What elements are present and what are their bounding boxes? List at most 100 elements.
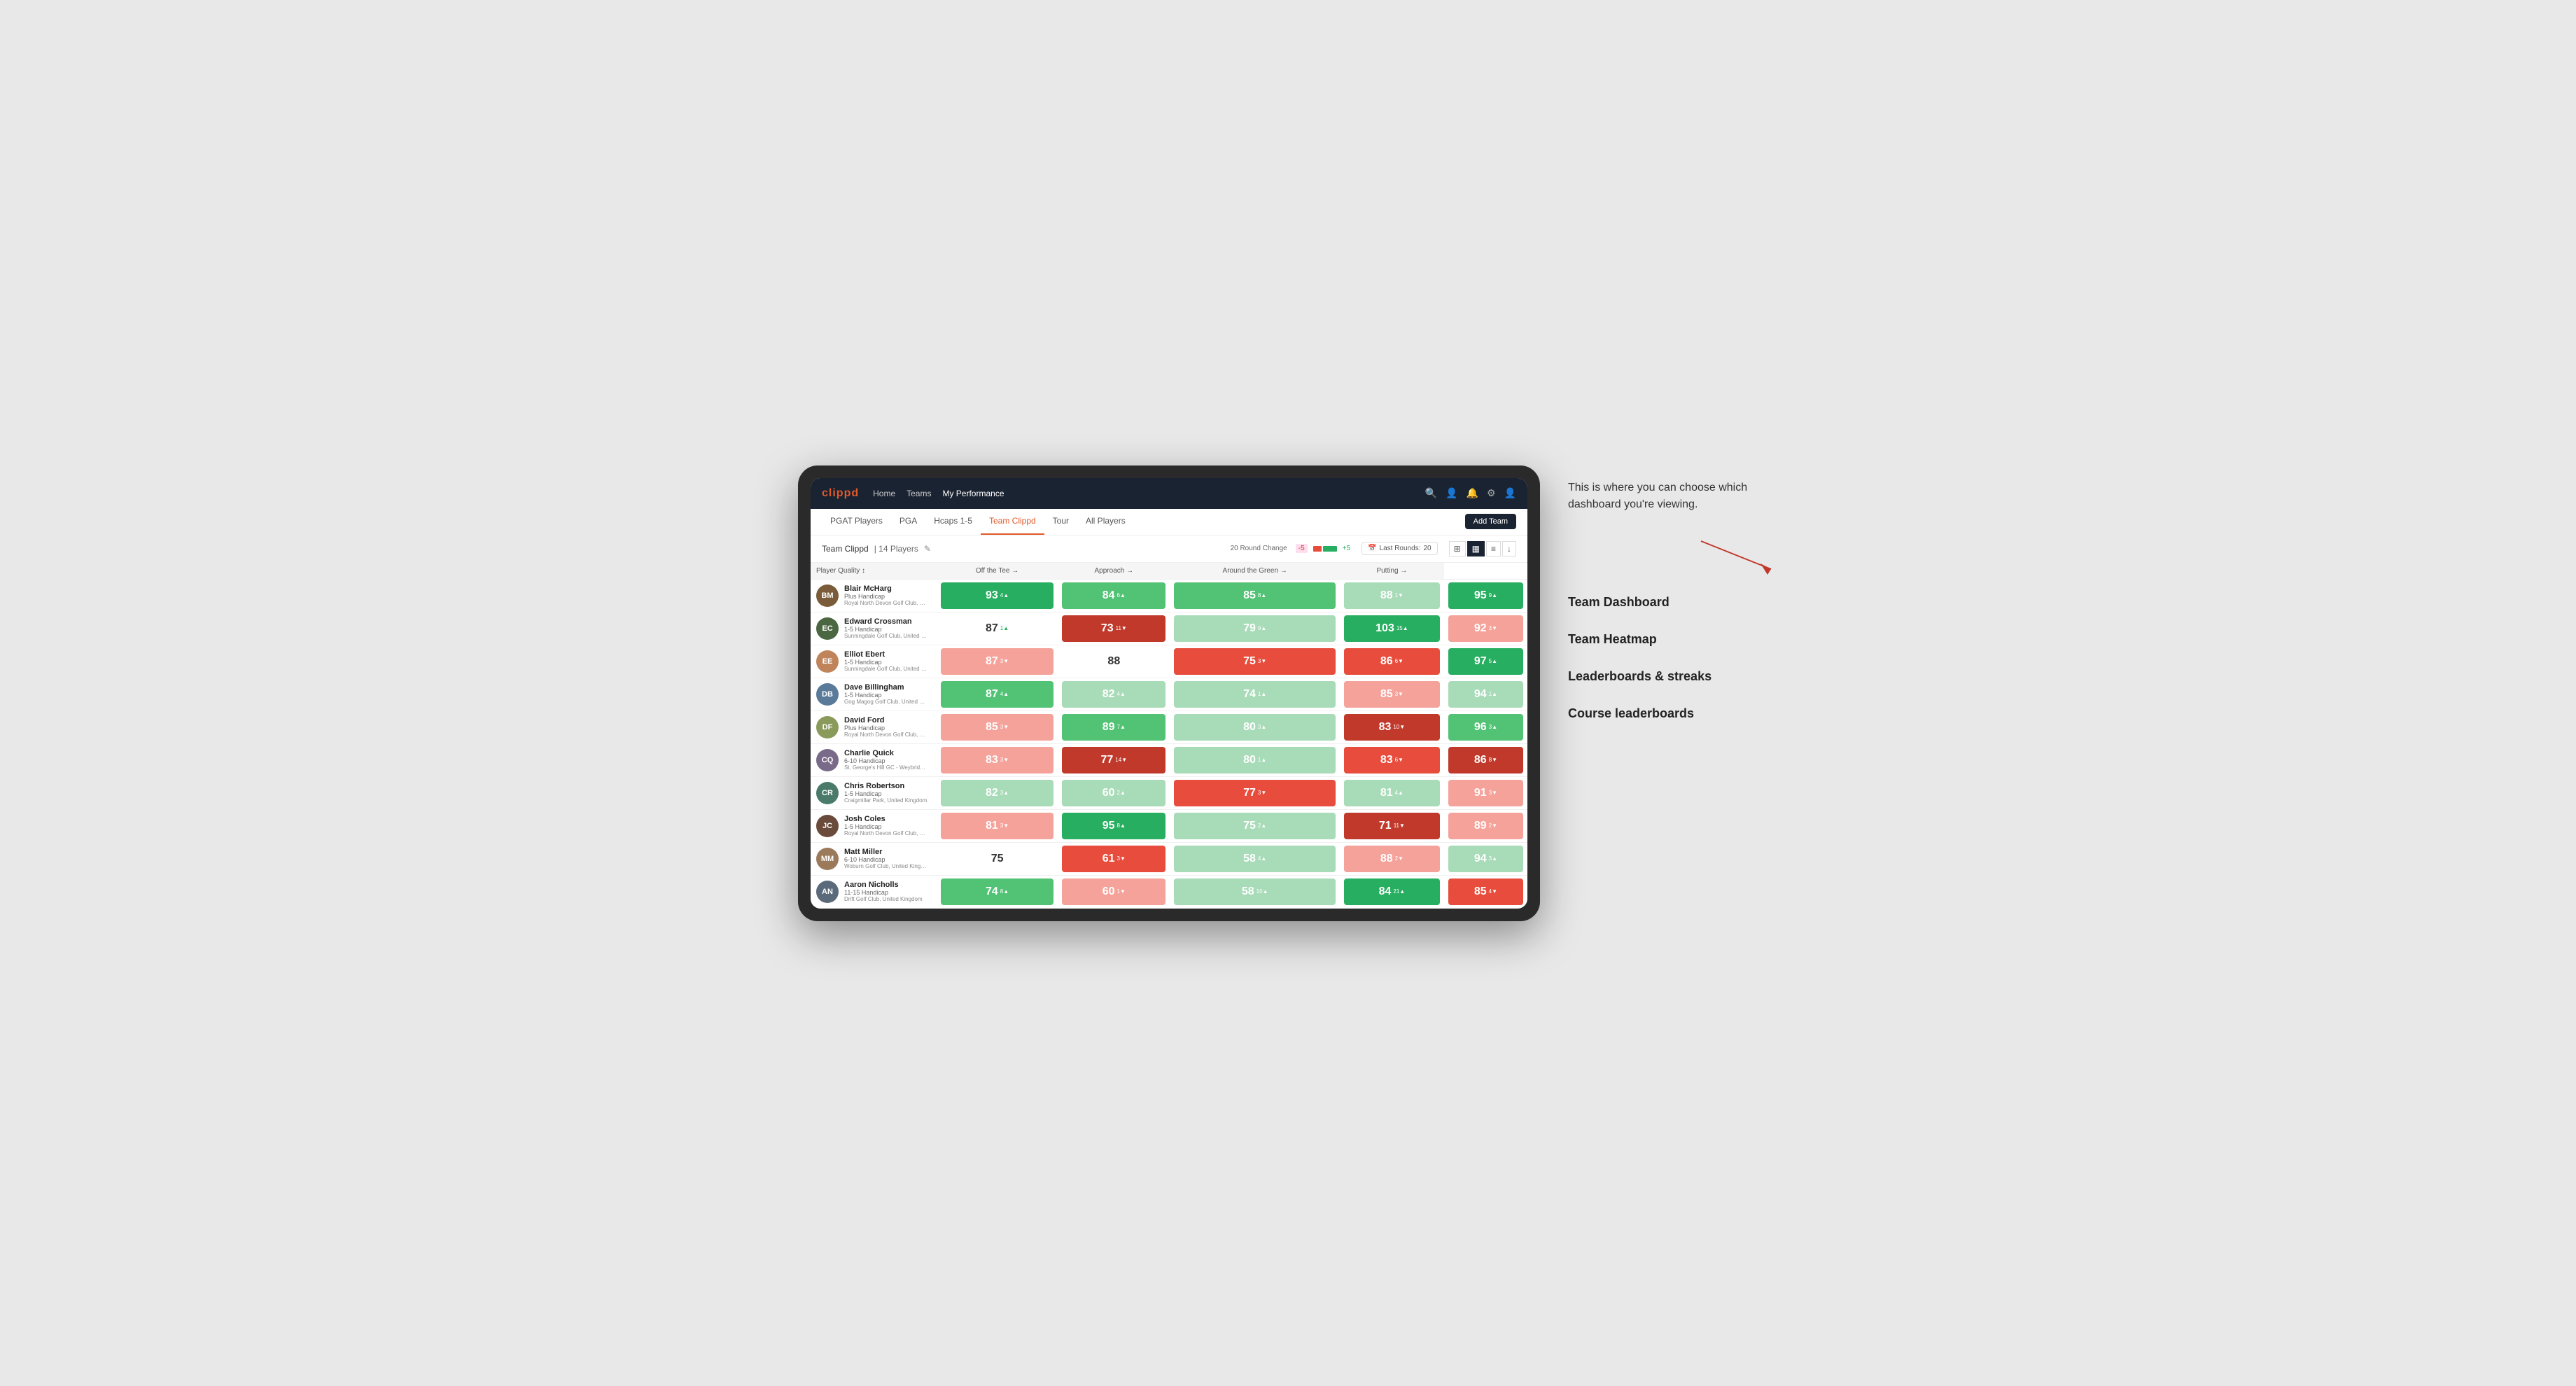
sub-nav-tour[interactable]: Tour — [1044, 508, 1077, 535]
player-handicap: 11-15 Handicap — [844, 889, 923, 896]
metric-change: 4▼ — [1489, 888, 1497, 895]
view-list-btn[interactable]: ≡ — [1486, 541, 1501, 556]
metric-change: 11▼ — [1394, 822, 1405, 829]
view-grid-btn[interactable]: ⊞ — [1449, 541, 1466, 556]
metric-change: 3▲ — [1489, 855, 1497, 862]
avatar: DF — [816, 716, 839, 738]
table-row[interactable]: CQCharlie Quick6-10 HandicapSt. George's… — [811, 743, 1527, 776]
metric-value: 84 — [1379, 886, 1392, 898]
table-header-row: Player Quality ↕ Off the Tee → Approach … — [811, 563, 1527, 580]
avatar: DB — [816, 683, 839, 706]
nav-logo: clippd — [822, 487, 859, 500]
metric-box: 741▲ — [1174, 681, 1335, 708]
avatar: CR — [816, 782, 839, 804]
player-handicap: 6-10 Handicap — [844, 757, 928, 764]
last-rounds-icon: 📅 — [1368, 545, 1376, 552]
metric-box: 75 — [941, 846, 1054, 872]
sub-nav-all-players[interactable]: All Players — [1077, 508, 1134, 535]
metric-box: 88 — [1062, 648, 1166, 675]
add-team-button[interactable]: Add Team — [1465, 514, 1516, 529]
player-info: Blair McHargPlus HandicapRoyal North Dev… — [844, 584, 928, 606]
metric-putting: 941▲ — [1444, 678, 1527, 710]
metric-box: 8421▲ — [1344, 878, 1440, 905]
table-row[interactable]: BMBlair McHargPlus HandicapRoyal North D… — [811, 579, 1527, 612]
metric-box: 10315▲ — [1344, 615, 1440, 642]
search-icon[interactable]: 🔍 — [1425, 487, 1437, 499]
metric-value: 91 — [1474, 787, 1487, 799]
metric-value: 89 — [1474, 820, 1487, 832]
metric-approach: 801▲ — [1170, 743, 1339, 776]
arrow-svg — [1694, 534, 1778, 576]
metric-value: 80 — [1243, 721, 1256, 734]
table-row[interactable]: ECEdward Crossman1-5 HandicapSunningdale… — [811, 612, 1527, 645]
bell-icon[interactable]: 🔔 — [1466, 487, 1478, 499]
player-cell: CRChris Robertson1-5 HandicapCraigmillar… — [811, 778, 937, 808]
table-row[interactable]: CRChris Robertson1-5 HandicapCraigmillar… — [811, 776, 1527, 809]
metric-change: 2▼ — [1395, 855, 1404, 862]
metric-quality: 75 — [937, 842, 1058, 875]
table-row[interactable]: ANAaron Nicholls11-15 HandicapDrift Golf… — [811, 875, 1527, 908]
view-heatmap-btn[interactable]: ▦ — [1467, 541, 1485, 556]
metric-quality: 813▼ — [937, 809, 1058, 842]
metric-value: 81 — [1380, 787, 1393, 799]
metric-putting: 913▼ — [1444, 776, 1527, 809]
player-cell: JCJosh Coles1-5 HandicapRoyal North Devo… — [811, 811, 937, 841]
player-club: Sunningdale Golf Club, United Kingdom — [844, 666, 928, 672]
metric-value: 85 — [986, 721, 998, 734]
table-row[interactable]: DBDave Billingham1-5 HandicapGog Magog G… — [811, 678, 1527, 710]
sub-nav-pga[interactable]: PGA — [891, 508, 925, 535]
sub-nav-team-clippd[interactable]: Team Clippd — [981, 508, 1044, 535]
edit-icon[interactable]: ✎ — [924, 544, 931, 554]
metric-around-green: 10315▲ — [1340, 612, 1444, 645]
nav-link-home[interactable]: Home — [873, 486, 895, 501]
metric-change: 8▲ — [1258, 592, 1266, 598]
metric-change: 3▼ — [1258, 790, 1266, 796]
user-avatar-icon[interactable]: 👤 — [1504, 487, 1516, 499]
table-row[interactable]: DFDavid FordPlus HandicapRoyal North Dev… — [811, 710, 1527, 743]
nav-link-my-performance[interactable]: My Performance — [942, 486, 1004, 501]
metric-quality: 871▲ — [937, 612, 1058, 645]
table-row[interactable]: JCJosh Coles1-5 HandicapRoyal North Devo… — [811, 809, 1527, 842]
player-club: Drift Golf Club, United Kingdom — [844, 896, 923, 902]
metric-approach: 773▼ — [1170, 776, 1339, 809]
round-change-pos: +5 — [1343, 545, 1350, 552]
metric-around-green: 8310▼ — [1340, 710, 1444, 743]
metric-approach: 753▼ — [1170, 645, 1339, 678]
nav-link-teams[interactable]: Teams — [906, 486, 931, 501]
metric-box: 5810▲ — [1174, 878, 1335, 905]
metric-value: 86 — [1474, 754, 1487, 766]
col-off-tee: Off the Tee → — [937, 563, 1058, 580]
settings-icon[interactable]: ⚙ — [1487, 487, 1496, 499]
table-row[interactable]: MMMatt Miller6-10 HandicapWoburn Golf Cl… — [811, 842, 1527, 875]
player-handicap: 1-5 Handicap — [844, 790, 927, 797]
table-row[interactable]: EEElliot Ebert1-5 HandicapSunningdale Go… — [811, 645, 1527, 678]
metric-value: 88 — [1380, 589, 1393, 602]
metric-change: 3▼ — [1000, 757, 1009, 763]
annotation-item: Course leaderboards — [1568, 698, 1778, 729]
metric-putting: 963▲ — [1444, 710, 1527, 743]
metric-value: 83 — [986, 754, 998, 766]
metric-box: 833▼ — [941, 747, 1054, 774]
profile-icon[interactable]: 👤 — [1446, 487, 1457, 499]
metric-change: 1▲ — [1489, 691, 1497, 697]
metric-off-tee: 613▼ — [1058, 842, 1170, 875]
metric-value: 74 — [986, 886, 998, 898]
metric-box: 873▼ — [941, 648, 1054, 675]
metric-value: 83 — [1379, 721, 1392, 734]
last-rounds-button[interactable]: 📅 Last Rounds: 20 — [1362, 542, 1438, 555]
view-more-btn[interactable]: ↓ — [1502, 541, 1516, 556]
bar-red — [1313, 546, 1322, 552]
metric-change: 3▼ — [1395, 691, 1404, 697]
player-info: Aaron Nicholls11-15 HandicapDrift Golf C… — [844, 881, 923, 902]
player-club: Royal North Devon Golf Club, United King… — [844, 600, 928, 606]
metric-change: 3▼ — [1000, 658, 1009, 664]
metric-change: 1▲ — [1000, 625, 1009, 631]
player-handicap: 1-5 Handicap — [844, 692, 928, 699]
metric-box: 934▲ — [941, 582, 1054, 609]
metric-off-tee: 897▲ — [1058, 710, 1170, 743]
metric-around-green: 853▼ — [1340, 678, 1444, 710]
sub-nav-pgat[interactable]: PGAT Players — [822, 508, 891, 535]
sub-nav-hcaps[interactable]: Hcaps 1-5 — [925, 508, 981, 535]
player-handicap: 1-5 Handicap — [844, 823, 928, 830]
metric-off-tee: 7311▼ — [1058, 612, 1170, 645]
